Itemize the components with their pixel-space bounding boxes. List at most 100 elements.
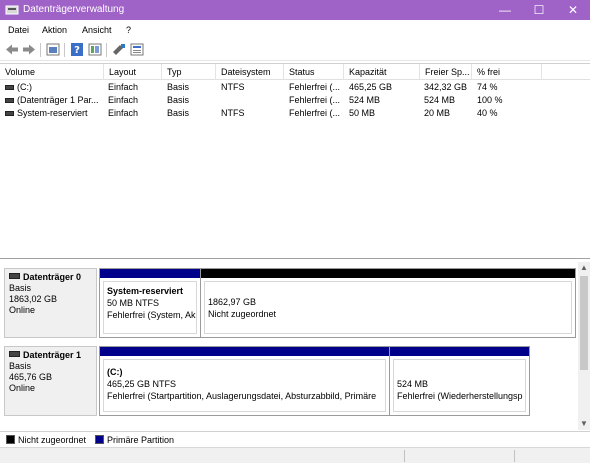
vertical-scrollbar[interactable]: ▲ ▼ bbox=[578, 262, 590, 430]
legend-primary: Primäre Partition bbox=[107, 435, 175, 445]
volume-cell: (C:) bbox=[5, 81, 103, 94]
capacity-cell: 50 MB bbox=[349, 108, 376, 118]
disk-type: Basis bbox=[9, 361, 32, 371]
menu-help[interactable]: ? bbox=[126, 25, 131, 35]
volume-list-header: Volume Layout Typ Dateisystem Status Kap… bbox=[0, 64, 590, 80]
disk-0-label[interactable]: Datenträger 0 Basis 1863,02 GB Online bbox=[4, 268, 97, 338]
column-header-status[interactable]: Status bbox=[284, 64, 344, 80]
volume-name: System-reserviert bbox=[17, 108, 88, 118]
status-cell: Fehlerfrei (... bbox=[289, 95, 341, 105]
scrollbar-thumb[interactable] bbox=[580, 276, 588, 370]
volume-icon bbox=[5, 85, 14, 90]
partition-recovery[interactable]: 524 MB Fehlerfrei (Wiederherstellungsp bbox=[389, 346, 530, 416]
layout-cell: Einfach bbox=[108, 108, 139, 118]
column-header-dateisystem[interactable]: Dateisystem bbox=[216, 64, 284, 80]
forward-icon[interactable] bbox=[22, 43, 36, 56]
volume-icon bbox=[5, 98, 14, 103]
filesystem-cell: NTFS bbox=[221, 108, 245, 118]
disk-name: Datenträger 0 bbox=[23, 272, 82, 282]
scroll-up-icon[interactable]: ▲ bbox=[578, 262, 590, 274]
list-view-icon[interactable] bbox=[130, 43, 144, 56]
toolbar: ? bbox=[0, 39, 590, 61]
disk-graphical-view: Datenträger 0 Basis 1863,02 GB Online Sy… bbox=[0, 262, 590, 430]
partition-details: (C:) 465,25 GB NTFS Fehlerfrei (Startpar… bbox=[103, 359, 386, 412]
help-icon[interactable]: ? bbox=[70, 43, 84, 56]
volume-cell: (Datenträger 1 Par... bbox=[5, 94, 103, 107]
partition-c[interactable]: (C:) 465,25 GB NTFS Fehlerfrei (Startpar… bbox=[99, 346, 390, 416]
connect-icon[interactable] bbox=[112, 43, 126, 56]
title-bar: Datenträgerverwaltung — ☐ ✕ bbox=[0, 0, 590, 20]
filesystem-cell bbox=[221, 94, 283, 107]
disk-name: Datenträger 1 bbox=[23, 350, 82, 360]
partition-status: Fehlerfrei (Wiederherstellungsp bbox=[397, 391, 523, 401]
partition-name: System-reserviert bbox=[107, 286, 184, 296]
maximize-button[interactable]: ☐ bbox=[522, 0, 556, 20]
disk-size: 1863,02 GB bbox=[9, 294, 58, 304]
partition-size: 465,25 GB NTFS bbox=[107, 379, 177, 389]
column-header-kapazitaet[interactable]: Kapazität bbox=[344, 64, 420, 80]
layout-cell: Einfach bbox=[108, 82, 139, 92]
status-bar bbox=[0, 447, 590, 463]
minimize-button[interactable]: — bbox=[488, 0, 522, 20]
primary-partition-bar bbox=[100, 347, 389, 356]
partition-status: Nicht zugeordnet bbox=[208, 309, 277, 319]
scroll-down-icon[interactable]: ▼ bbox=[578, 418, 590, 430]
partition-status: Fehlerfrei (Startpartition, Auslagerungs… bbox=[107, 391, 377, 401]
unallocated-bar bbox=[201, 269, 575, 278]
status-divider bbox=[404, 450, 405, 462]
toolbar-separator bbox=[64, 43, 65, 57]
menu-aktion[interactable]: Aktion bbox=[42, 25, 67, 35]
filesystem-cell: NTFS bbox=[221, 82, 245, 92]
column-header-volume[interactable]: Volume bbox=[0, 64, 104, 80]
partition-size: 524 MB bbox=[397, 379, 429, 389]
primary-partition-bar bbox=[100, 269, 200, 278]
percent-free-cell: 74 % bbox=[477, 82, 498, 92]
type-cell: Basis bbox=[167, 95, 190, 105]
volume-name: (Datenträger 1 Par... bbox=[17, 95, 99, 105]
capacity-cell: 465,25 GB bbox=[349, 82, 393, 92]
volume-cell: System-reserviert bbox=[5, 107, 103, 120]
partition-size: 1862,97 GB bbox=[208, 297, 257, 307]
properties-icon[interactable] bbox=[46, 43, 60, 56]
column-header-freier-speicher[interactable]: Freier Sp... bbox=[420, 64, 472, 80]
column-header-layout[interactable]: Layout bbox=[104, 64, 162, 80]
column-header-prozent-frei[interactable]: % frei bbox=[472, 64, 542, 80]
volume-row-system-reserviert[interactable]: System-reserviert Einfach Basis NTFS Feh… bbox=[0, 107, 590, 120]
partition-name: (C:) bbox=[107, 367, 123, 377]
svg-text:?: ? bbox=[74, 45, 80, 56]
menu-datei[interactable]: Datei bbox=[8, 25, 29, 35]
primary-swatch bbox=[95, 435, 104, 444]
partition-details: 524 MB Fehlerfrei (Wiederherstellungsp bbox=[393, 359, 526, 412]
type-cell: Basis bbox=[167, 108, 190, 118]
volume-row-c[interactable]: (C:) Einfach Basis NTFS Fehlerfrei (... … bbox=[0, 81, 590, 94]
refresh-icon[interactable] bbox=[88, 43, 102, 56]
disk-size: 465,76 GB bbox=[9, 372, 53, 382]
percent-free-cell: 40 % bbox=[477, 108, 498, 118]
volume-row-datentraeger-1[interactable]: (Datenträger 1 Par... Einfach Basis Fehl… bbox=[0, 94, 590, 107]
partition-status: Fehlerfrei (System, Ak bbox=[107, 310, 196, 320]
toolbar-separator bbox=[40, 43, 41, 57]
menu-ansicht[interactable]: Ansicht bbox=[82, 25, 112, 35]
disk-type: Basis bbox=[9, 283, 32, 293]
partition-size: 50 MB NTFS bbox=[107, 298, 160, 308]
column-header-typ[interactable]: Typ bbox=[162, 64, 216, 80]
partition-details: 1862,97 GB Nicht zugeordnet bbox=[204, 281, 572, 334]
disk-1-label[interactable]: Datenträger 1 Basis 465,76 GB Online bbox=[4, 346, 97, 416]
volume-list[interactable]: Volume Layout Typ Dateisystem Status Kap… bbox=[0, 63, 590, 259]
free-space-cell: 524 MB bbox=[424, 95, 456, 105]
volume-name: (C:) bbox=[17, 82, 32, 92]
legend-unallocated: Nicht zugeordnet bbox=[18, 435, 87, 445]
close-button[interactable]: ✕ bbox=[556, 0, 590, 20]
unallocated-swatch bbox=[6, 435, 15, 444]
disk-management-app-icon bbox=[5, 5, 19, 15]
status-cell: Fehlerfrei (... bbox=[289, 82, 341, 92]
partition-unallocated[interactable]: 1862,97 GB Nicht zugeordnet bbox=[200, 268, 576, 338]
disk-icon bbox=[9, 273, 20, 279]
back-icon[interactable] bbox=[5, 43, 19, 56]
free-space-cell: 20 MB bbox=[424, 108, 451, 118]
partition-system-reserviert[interactable]: System-reserviert 50 MB NTFS Fehlerfrei … bbox=[99, 268, 201, 338]
free-space-cell: 342,32 GB bbox=[424, 82, 468, 92]
menu-bar: Datei Aktion Ansicht ? bbox=[0, 20, 590, 39]
disk-state: Online bbox=[9, 305, 36, 315]
percent-free-cell: 100 % bbox=[477, 95, 503, 105]
